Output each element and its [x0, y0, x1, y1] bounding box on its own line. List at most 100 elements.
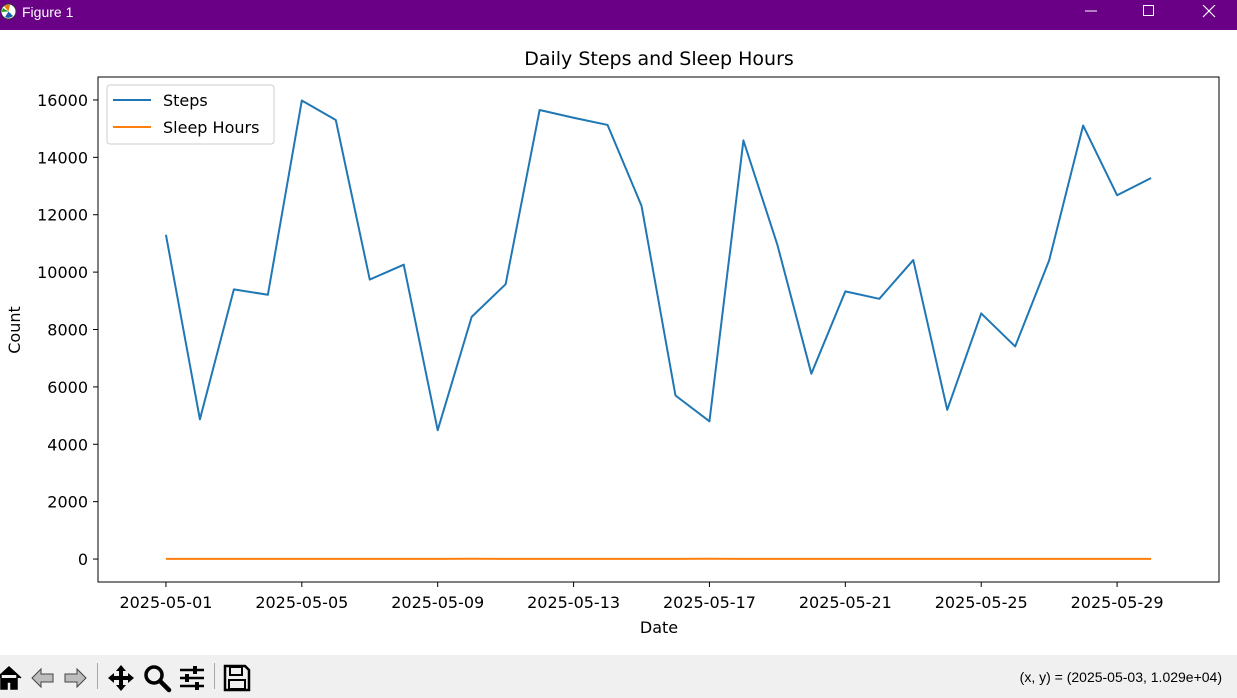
- data-point-sleep-hours: [437, 558, 439, 560]
- data-point-steps: [674, 394, 676, 396]
- data-point-sleep-hours: [301, 558, 303, 560]
- data-point-sleep-hours: [641, 558, 643, 560]
- data-point-steps: [1048, 259, 1050, 261]
- data-point-sleep-hours: [1116, 558, 1118, 560]
- data-point-sleep-hours: [267, 558, 269, 560]
- maximize-button[interactable]: [1126, 0, 1172, 30]
- window-title: Figure 1: [22, 4, 74, 20]
- data-point-sleep-hours: [335, 558, 337, 560]
- data-point-sleep-hours: [912, 558, 914, 560]
- data-point-steps: [165, 234, 167, 236]
- cursor-coordinates: (x, y) = (2025-05-03, 1.029e+04): [1019, 669, 1222, 685]
- x-tick-label: 2025-05-01: [119, 593, 212, 612]
- data-point-steps: [199, 418, 201, 420]
- data-point-steps: [810, 373, 812, 375]
- data-point-steps: [505, 283, 507, 285]
- x-tick-label: 2025-05-25: [935, 593, 1028, 612]
- save-icon[interactable]: [222, 663, 252, 693]
- matplotlib-logo-icon: [0, 3, 17, 20]
- x-tick-label: 2025-05-05: [255, 593, 348, 612]
- data-point-steps: [844, 290, 846, 292]
- back-icon[interactable]: [28, 663, 58, 693]
- y-tick-label: 6000: [47, 378, 88, 397]
- chart-title: Daily Steps and Sleep Hours: [524, 48, 794, 70]
- data-point-steps: [335, 119, 337, 121]
- x-axis: 2025-05-01 2025-05-05 2025-05-09 2025-05-13…: [119, 582, 1164, 612]
- toolbar-separator: [97, 663, 98, 689]
- minimize-button[interactable]: [1068, 0, 1114, 30]
- data-point-sleep-hours: [505, 558, 507, 560]
- chart: Daily Steps and Sleep Hours 0 2000 4000 600…: [5, 48, 1220, 637]
- x-tick-label: 2025-05-09: [391, 593, 484, 612]
- data-point-sleep-hours: [674, 558, 676, 560]
- data-point-sleep-hours: [165, 558, 167, 560]
- data-point-sleep-hours: [878, 558, 880, 560]
- data-point-sleep-hours: [1014, 558, 1016, 560]
- y-axis: 0 2000 4000 6000 8000 10000 12000 14000 16000: [37, 91, 98, 569]
- window-titlebar: Figure 1: [0, 0, 1237, 30]
- y-tick-label: 10000: [37, 263, 88, 282]
- data-point-sleep-hours: [946, 558, 948, 560]
- data-point-steps: [573, 117, 575, 119]
- data-point-steps: [267, 294, 269, 296]
- y-tick-label: 12000: [37, 206, 88, 225]
- data-point-steps: [301, 100, 303, 102]
- home-icon[interactable]: [0, 663, 24, 693]
- data-point-sleep-hours: [199, 558, 201, 560]
- data-point-sleep-hours: [776, 558, 778, 560]
- data-point-steps: [369, 279, 371, 281]
- pan-icon[interactable]: [106, 663, 136, 693]
- data-point-sleep-hours: [980, 558, 982, 560]
- data-point-steps: [980, 312, 982, 314]
- data-point-sleep-hours: [539, 558, 541, 560]
- data-point-sleep-hours: [844, 558, 846, 560]
- close-icon: [1202, 5, 1216, 18]
- data-point-sleep-hours: [573, 558, 575, 560]
- x-axis-label: Date: [640, 618, 678, 637]
- data-point-sleep-hours: [233, 558, 235, 560]
- data-point-sleep-hours: [708, 558, 710, 560]
- data-point-steps: [776, 244, 778, 246]
- legend-label-sleep-hours: Sleep Hours: [163, 118, 259, 137]
- y-tick-label: 0: [78, 550, 88, 569]
- data-point-sleep-hours: [471, 558, 473, 560]
- data-point-sleep-hours: [607, 558, 609, 560]
- data-point-sleep-hours: [810, 558, 812, 560]
- data-point-sleep-hours: [1048, 558, 1050, 560]
- y-tick-label: 2000: [47, 493, 88, 512]
- data-point-steps: [641, 205, 643, 207]
- data-point-steps: [607, 124, 609, 126]
- x-tick-label: 2025-05-13: [527, 593, 620, 612]
- data-point-sleep-hours: [1082, 558, 1084, 560]
- navigation-toolbar: (x, y) = (2025-05-03, 1.029e+04): [0, 655, 1237, 698]
- data-point-steps: [1116, 194, 1118, 196]
- maximize-icon: [1143, 5, 1154, 16]
- data-point-steps: [471, 316, 473, 318]
- forward-icon[interactable]: [60, 663, 90, 693]
- configure-subplots-icon[interactable]: [177, 663, 207, 693]
- x-tick-label: 2025-05-17: [663, 593, 756, 612]
- y-axis-label: Count: [5, 306, 24, 354]
- y-tick-label: 16000: [37, 91, 88, 110]
- data-point-steps: [708, 420, 710, 422]
- data-point-steps: [742, 139, 744, 141]
- y-tick-label: 4000: [47, 435, 88, 454]
- figure-canvas[interactable]: Daily Steps and Sleep Hours 0 2000 4000 600…: [0, 30, 1237, 655]
- data-point-steps: [1082, 124, 1084, 126]
- plot-area: [97, 76, 1220, 583]
- data-point-steps: [912, 259, 914, 261]
- x-tick-label: 2025-05-29: [1071, 593, 1164, 612]
- legend: Steps Sleep Hours: [106, 84, 275, 145]
- close-button[interactable]: [1186, 0, 1232, 30]
- data-point-steps: [437, 429, 439, 431]
- data-point-sleep-hours: [403, 558, 405, 560]
- data-point-steps: [233, 288, 235, 290]
- y-tick-label: 8000: [47, 321, 88, 340]
- x-tick-label: 2025-05-21: [799, 593, 892, 612]
- data-point-sleep-hours: [742, 558, 744, 560]
- zoom-icon[interactable]: [142, 663, 172, 693]
- y-tick-label: 14000: [37, 148, 88, 167]
- toolbar-separator: [214, 663, 215, 689]
- series-lines: [164, 99, 1152, 560]
- minimize-icon: [1085, 10, 1097, 12]
